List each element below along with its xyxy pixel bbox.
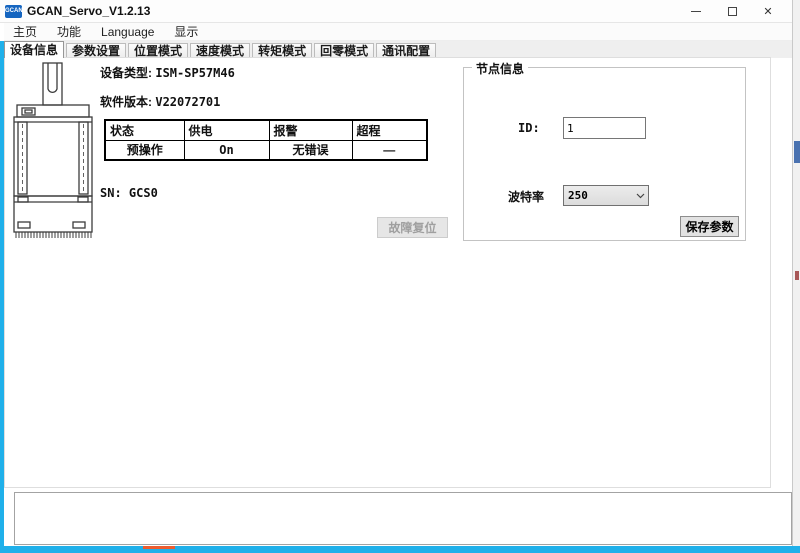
title-bar: GCAN GCAN_Servo_V1.2.13 ✕ — [0, 0, 794, 23]
close-icon: ✕ — [763, 5, 772, 18]
tab-device-info[interactable]: 设备信息 — [4, 41, 64, 58]
close-button[interactable]: ✕ — [750, 0, 786, 23]
menu-language[interactable]: Language — [91, 23, 164, 41]
status-value: 预操作 — [105, 141, 184, 160]
window-title: GCAN_Servo_V1.2.13 — [27, 0, 150, 23]
node-info-title: 节点信息 — [472, 60, 528, 77]
fault-reset-button[interactable]: 故障复位 — [377, 217, 448, 238]
desktop-background-left — [0, 41, 4, 546]
node-info-groupbox: 节点信息 ID: 波特率 250 保存参数 — [463, 67, 746, 241]
device-type-line: 设备类型: ISM-SP57M46 — [100, 64, 235, 81]
maximize-button[interactable] — [714, 0, 750, 23]
tab-position-mode[interactable]: 位置模式 — [128, 43, 188, 58]
alarm-header: 报警 — [269, 120, 352, 141]
software-version-line: 软件版本: V22072701 — [100, 93, 220, 110]
sn-value: GCS0 — [129, 186, 158, 200]
serial-number-line: SN: GCS0 — [100, 186, 158, 200]
status-table: 状态 供电 报警 超程 预操作 On 无错误 — — [104, 119, 428, 161]
app-window: GCAN GCAN_Servo_V1.2.13 ✕ 主页 功能 Language… — [0, 0, 800, 553]
id-label: ID: — [518, 121, 540, 135]
software-version-label: 软件版本: — [100, 95, 155, 109]
alarm-value: 无错误 — [269, 141, 352, 160]
software-version-value: V22072701 — [155, 95, 220, 109]
tab-parameter-settings[interactable]: 参数设置 — [66, 43, 126, 58]
overtravel-header: 超程 — [352, 120, 427, 141]
log-output[interactable] — [14, 492, 792, 545]
motor-illustration — [11, 62, 96, 239]
device-type-value: ISM-SP57M46 — [155, 66, 234, 80]
power-header: 供电 — [184, 120, 269, 141]
sn-label: SN: — [100, 186, 129, 200]
baud-rate-selected-value: 250 — [564, 189, 632, 202]
minimize-button[interactable] — [678, 0, 714, 23]
power-value: On — [184, 141, 269, 160]
status-table-header-row: 状态 供电 报警 超程 — [105, 120, 427, 141]
baud-rate-select[interactable]: 250 — [563, 185, 649, 206]
menu-bar: 主页 功能 Language 显示 — [4, 23, 794, 41]
menu-display[interactable]: 显示 — [164, 23, 208, 41]
baud-rate-label: 波特率 — [508, 188, 544, 205]
chevron-down-icon — [632, 193, 648, 199]
save-parameters-button[interactable]: 保存参数 — [680, 216, 739, 237]
overtravel-value: — — [352, 141, 427, 160]
menu-home[interactable]: 主页 — [4, 23, 47, 41]
tab-homing-mode[interactable]: 回零模式 — [314, 43, 374, 58]
window-controls: ✕ — [678, 0, 786, 23]
tab-speed-mode[interactable]: 速度模式 — [190, 43, 250, 58]
desktop-background-right — [792, 0, 800, 553]
tab-torque-mode[interactable]: 转矩模式 — [252, 43, 312, 58]
status-table-value-row: 预操作 On 无错误 — — [105, 141, 427, 160]
device-type-label: 设备类型: — [100, 66, 155, 80]
id-input[interactable] — [563, 117, 646, 139]
maximize-icon — [728, 7, 737, 16]
taskbar-app-highlight — [143, 546, 175, 549]
background-icon-sliver — [795, 271, 799, 280]
menu-function[interactable]: 功能 — [47, 23, 91, 41]
status-header: 状态 — [105, 120, 184, 141]
minimize-icon — [691, 11, 701, 12]
taskbar-edge — [0, 546, 800, 553]
background-window-sliver — [794, 141, 800, 163]
tab-strip: 设备信息 参数设置 位置模式 速度模式 转矩模式 回零模式 通讯配置 — [4, 41, 794, 58]
tab-comm-config[interactable]: 通讯配置 — [376, 43, 436, 58]
app-logo-icon: GCAN — [5, 5, 22, 18]
